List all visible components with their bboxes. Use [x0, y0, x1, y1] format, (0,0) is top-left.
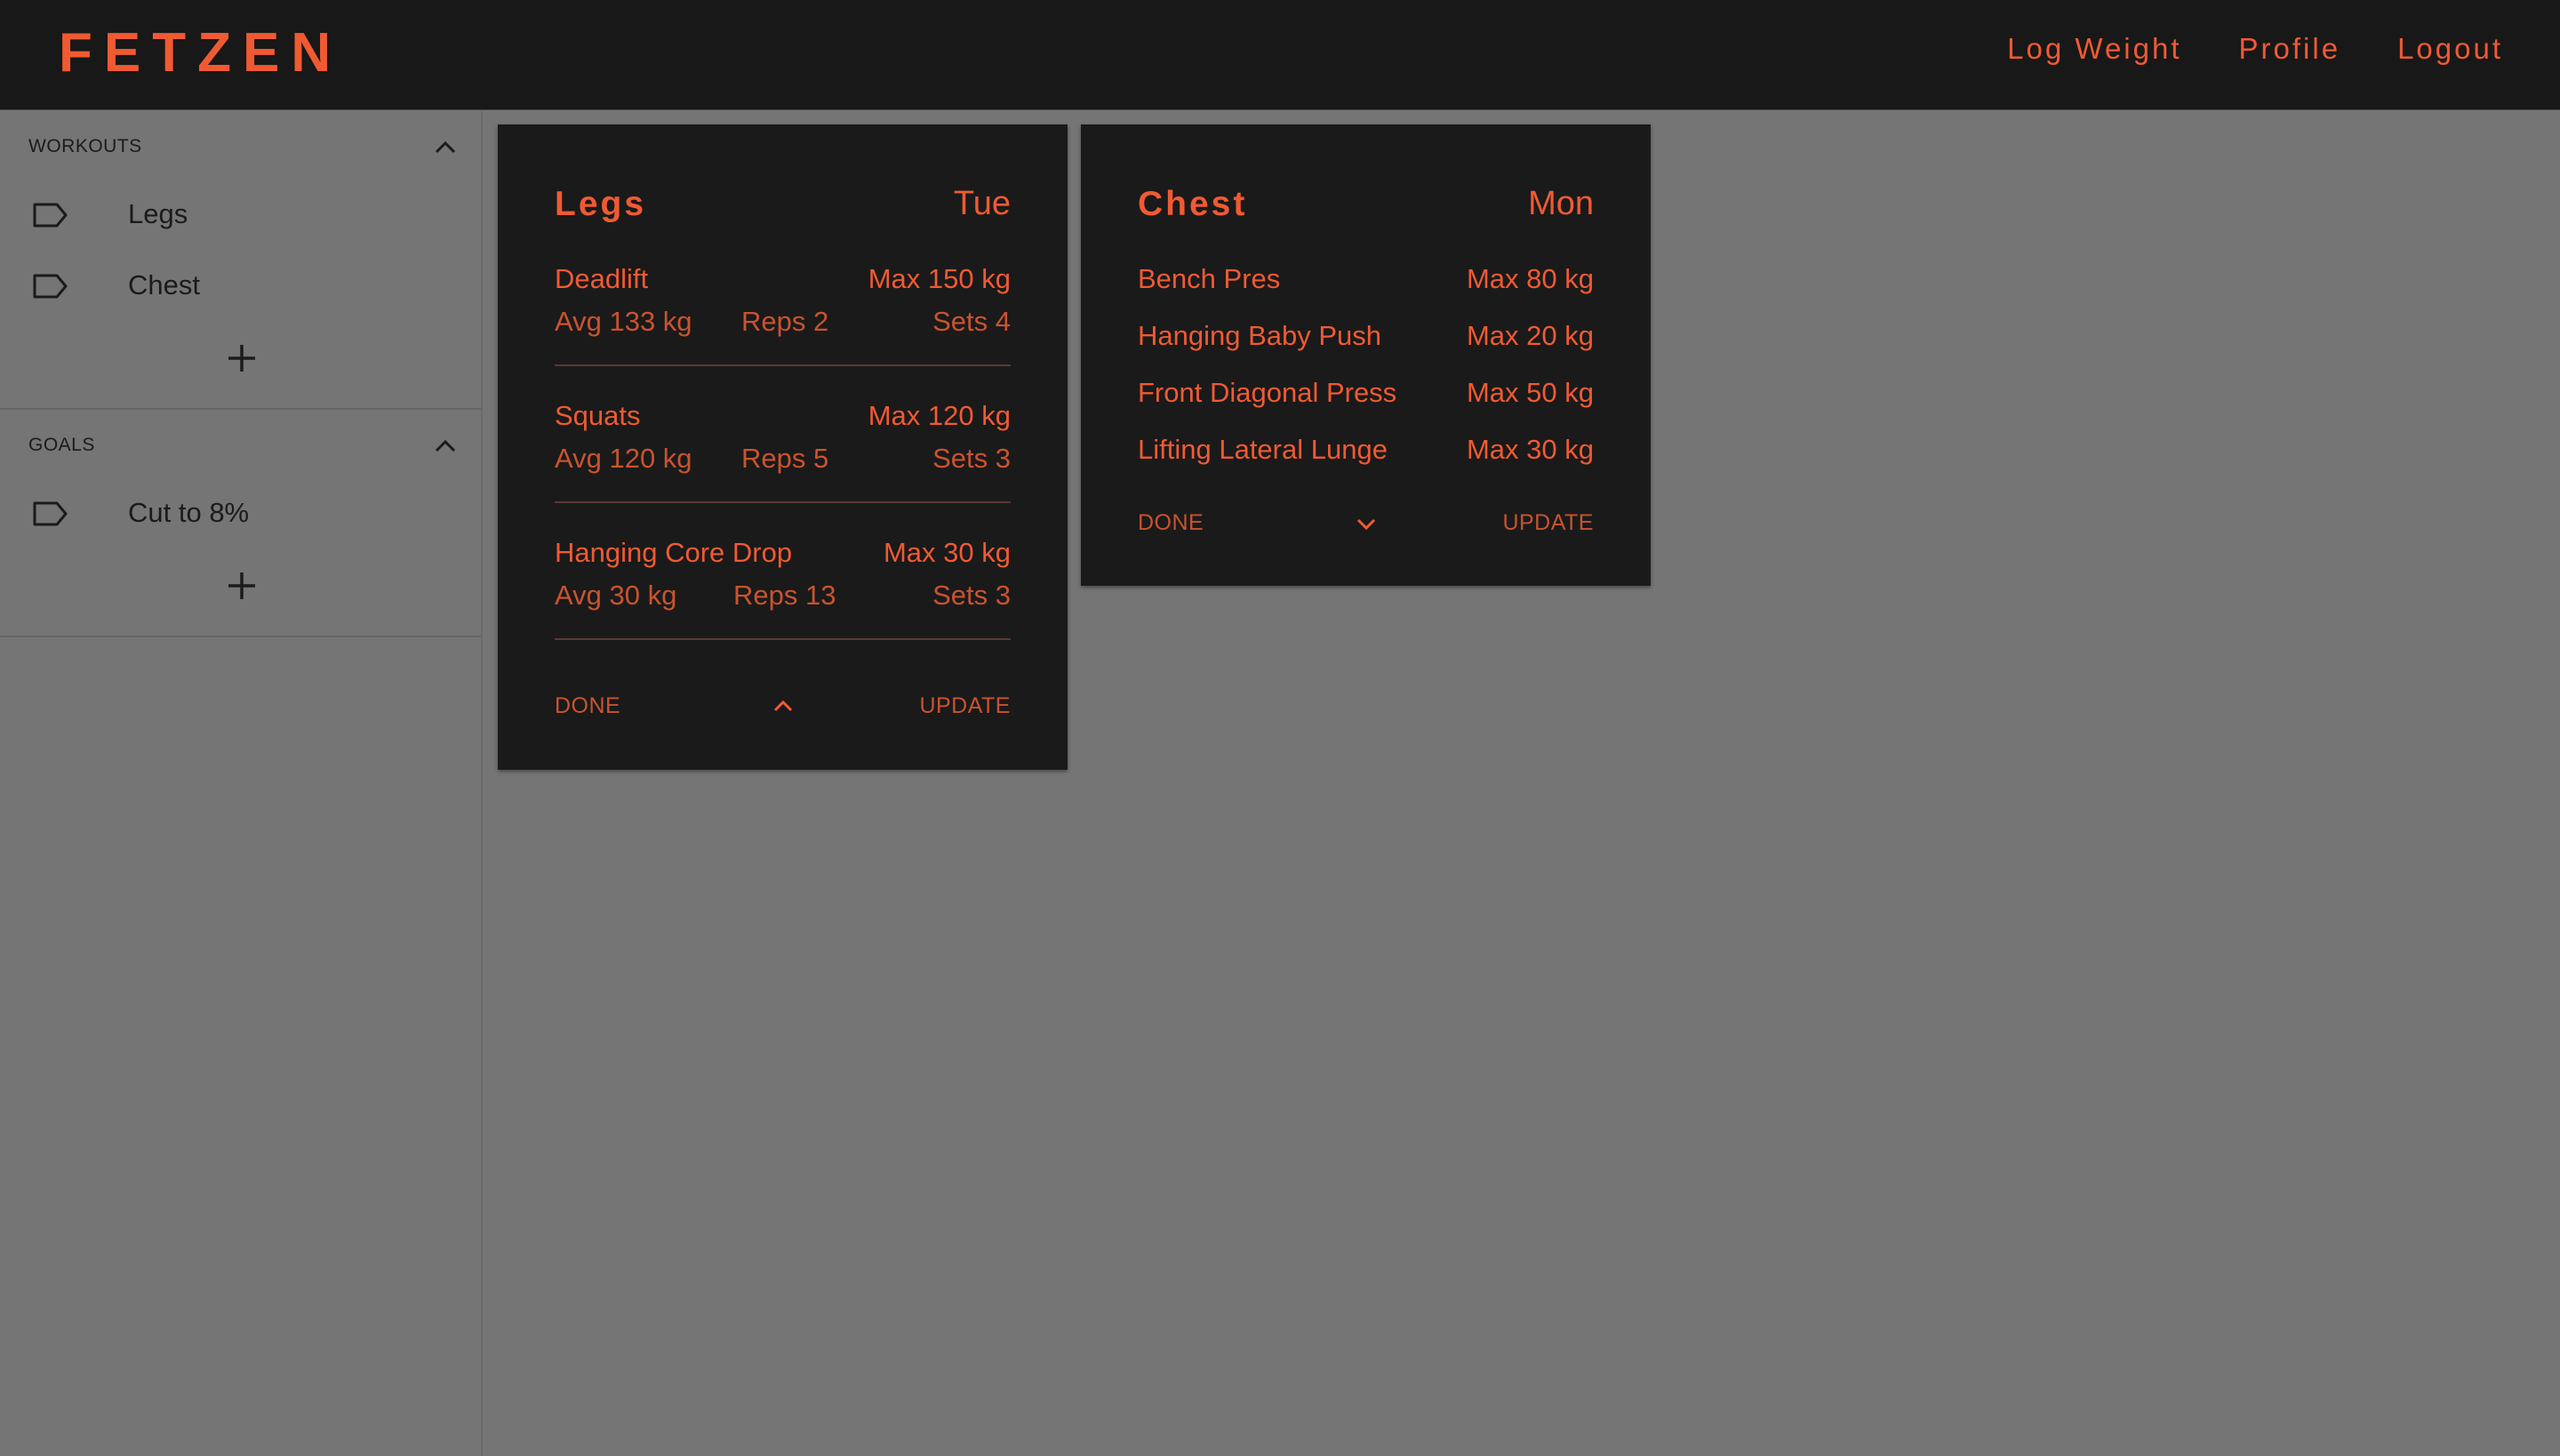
exercise-avg: Avg 133 kg	[555, 306, 692, 337]
exercise-main-row: Deadlift Max 150 kg	[555, 263, 1011, 306]
add-goal-plus-icon[interactable]	[226, 570, 258, 602]
goals-section: GOALS Cut to 8%	[0, 410, 481, 637]
exercise-name: Front Diagonal Press	[1138, 377, 1397, 408]
exercise-max: Max 30 kg	[883, 537, 1011, 568]
top-nav: Log Weight Profile Logout	[2007, 32, 2503, 66]
exercise-main-row: Hanging Baby Push Max 20 kg	[1138, 320, 1594, 363]
goals-title: GOALS	[28, 435, 95, 455]
card-day: Tue	[953, 185, 1011, 222]
exercise-stats-row: Avg 120 kg Reps 5 Sets 3	[555, 443, 1011, 485]
exercise-item: Front Diagonal Press Max 50 kg	[1138, 377, 1594, 420]
exercise-item: Hanging Baby Push Max 20 kg	[1138, 320, 1594, 363]
exercise-max: Max 80 kg	[1466, 263, 1594, 294]
sidebar: WORKOUTS Legs Chest GOALS Cut to 8%	[0, 111, 483, 1456]
exercise-max: Max 120 kg	[868, 400, 1011, 431]
exercise-item: Bench Pres Max 80 kg	[1138, 263, 1594, 306]
workouts-title: WORKOUTS	[28, 136, 142, 156]
workout-card-chest: Chest Mon Bench Pres Max 80 kg Hanging B…	[1081, 124, 1651, 586]
sidebar-item-goal[interactable]: Cut to 8%	[0, 479, 481, 550]
add-goal-row	[0, 550, 481, 636]
exercise-stats-row: Avg 30 kg Reps 13 Sets 3	[555, 580, 1011, 622]
exercise-max: Max 20 kg	[1466, 320, 1594, 351]
chevron-down-icon[interactable]	[1355, 512, 1378, 535]
divider	[555, 501, 1011, 503]
exercise-name: Deadlift	[555, 263, 649, 294]
sidebar-item-chest[interactable]: Chest	[0, 252, 481, 323]
done-button[interactable]: DONE	[1138, 510, 1204, 536]
exercise-name: Lifting Lateral Lunge	[1138, 434, 1388, 465]
sidebar-item-label: Legs	[128, 198, 188, 229]
card-footer: DONE UPDATE	[555, 693, 1011, 729]
chevron-up-icon[interactable]	[772, 695, 795, 718]
exercise-item: Squats Max 120 kg Avg 120 kg Reps 5 Sets…	[555, 400, 1011, 503]
tag-icon	[33, 274, 68, 299]
profile-link[interactable]: Profile	[2239, 32, 2341, 66]
tag-icon	[33, 501, 68, 526]
log-weight-link[interactable]: Log Weight	[2007, 32, 2181, 66]
logout-link[interactable]: Logout	[2397, 32, 2503, 66]
divider	[555, 638, 1011, 640]
workouts-section: WORKOUTS Legs Chest	[0, 111, 481, 410]
chevron-up-icon[interactable]	[434, 435, 457, 458]
exercise-main-row: Squats Max 120 kg	[555, 400, 1011, 443]
update-button[interactable]: UPDATE	[1502, 510, 1594, 536]
exercise-item: Hanging Core Drop Max 30 kg Avg 30 kg Re…	[555, 537, 1011, 640]
card-title: Legs	[555, 185, 647, 223]
tag-icon	[33, 203, 68, 228]
exercise-sets: Sets 4	[932, 306, 1011, 337]
exercise-reps: Reps 5	[741, 443, 829, 474]
exercise-avg: Avg 120 kg	[555, 443, 692, 474]
workouts-header: WORKOUTS	[0, 111, 481, 180]
sidebar-item-label: Chest	[128, 269, 200, 300]
top-bar: FETZEN Log Weight Profile Logout	[0, 0, 2560, 110]
exercise-name: Squats	[555, 400, 641, 431]
exercise-max: Max 50 kg	[1466, 377, 1594, 408]
exercise-sets: Sets 3	[932, 580, 1011, 611]
exercise-avg: Avg 30 kg	[555, 580, 677, 611]
exercise-stats-row: Avg 133 kg Reps 2 Sets 4	[555, 306, 1011, 348]
exercise-max: Max 30 kg	[1466, 434, 1594, 465]
divider	[555, 364, 1011, 366]
exercise-item: Lifting Lateral Lunge Max 30 kg	[1138, 434, 1594, 476]
exercise-main-row: Front Diagonal Press Max 50 kg	[1138, 377, 1594, 420]
workout-card-legs: Legs Tue Deadlift Max 150 kg Avg 133 kg …	[498, 124, 1068, 770]
exercise-main-row: Hanging Core Drop Max 30 kg	[555, 537, 1011, 580]
chevron-up-icon[interactable]	[434, 136, 457, 159]
card-footer: DONE UPDATE	[1138, 510, 1594, 546]
card-day: Mon	[1528, 185, 1594, 222]
brand-logo[interactable]: FETZEN	[59, 21, 342, 84]
exercise-max: Max 150 kg	[868, 263, 1011, 294]
exercise-main-row: Bench Pres Max 80 kg	[1138, 263, 1594, 306]
exercise-name: Hanging Baby Push	[1138, 320, 1382, 351]
exercise-main-row: Lifting Lateral Lunge Max 30 kg	[1138, 434, 1594, 476]
exercise-name: Bench Pres	[1138, 263, 1281, 294]
done-button[interactable]: DONE	[555, 693, 620, 719]
card-title: Chest	[1138, 185, 1248, 223]
update-button[interactable]: UPDATE	[919, 693, 1011, 719]
exercise-name: Hanging Core Drop	[555, 537, 793, 568]
sidebar-item-legs[interactable]: Legs	[0, 180, 481, 252]
sidebar-item-label: Cut to 8%	[128, 497, 250, 528]
exercise-reps: Reps 13	[733, 580, 836, 611]
exercise-sets: Sets 3	[932, 443, 1011, 474]
exercise-item: Deadlift Max 150 kg Avg 133 kg Reps 2 Se…	[555, 263, 1011, 366]
goals-header: GOALS	[0, 410, 481, 479]
add-workout-row	[0, 323, 481, 408]
add-workout-plus-icon[interactable]	[226, 342, 258, 374]
exercise-reps: Reps 2	[741, 306, 829, 337]
